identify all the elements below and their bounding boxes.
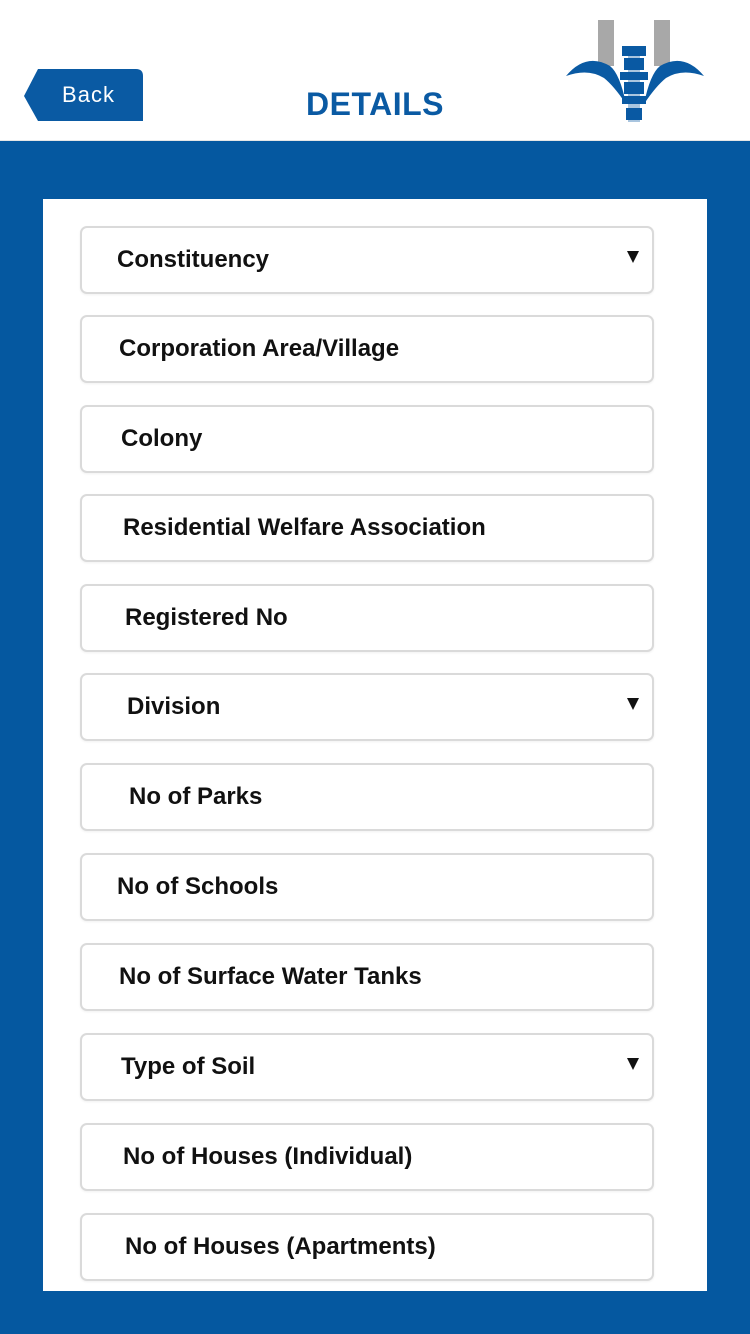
field-label: No of Parks (129, 783, 263, 810)
residential-welfare-association-field[interactable]: Residential Welfare Association (80, 494, 654, 562)
dropdown-caret-icon (627, 1058, 639, 1070)
details-form-card: Constituency Corporation Area/Village Co… (43, 199, 707, 1291)
division-dropdown[interactable]: Division (80, 673, 654, 741)
no-of-schools-field[interactable]: No of Schools (80, 853, 654, 921)
field-label: No of Houses (Apartments) (125, 1233, 436, 1260)
field-label: Corporation Area/Village (119, 335, 400, 362)
field-label: No of Schools (117, 873, 279, 900)
no-of-houses-individual-field[interactable]: No of Houses (Individual) (80, 1123, 654, 1191)
app-header: Back DETAILS (0, 0, 750, 141)
field-label: Colony (121, 425, 203, 452)
field-label: Registered No (125, 604, 288, 631)
field-label: No of Houses (Individual) (123, 1143, 413, 1170)
water-board-logo-icon (562, 16, 708, 124)
dropdown-caret-icon (627, 698, 639, 710)
type-of-soil-dropdown[interactable]: Type of Soil (80, 1033, 654, 1101)
colony-field[interactable]: Colony (80, 405, 654, 473)
no-of-houses-apartments-field[interactable]: No of Houses (Apartments) (80, 1213, 654, 1281)
constituency-dropdown[interactable]: Constituency (80, 226, 654, 294)
no-of-parks-field[interactable]: No of Parks (80, 763, 654, 831)
registered-no-field[interactable]: Registered No (80, 584, 654, 652)
field-label: Division (127, 693, 221, 720)
dropdown-caret-icon (627, 251, 639, 263)
field-label: Residential Welfare Association (123, 514, 486, 541)
corporation-area-village-field[interactable]: Corporation Area/Village (80, 315, 654, 383)
field-label: No of Surface Water Tanks (119, 963, 422, 990)
field-label: Type of Soil (121, 1053, 256, 1080)
no-of-surface-water-tanks-field[interactable]: No of Surface Water Tanks (80, 943, 654, 1011)
field-label: Constituency (117, 246, 270, 273)
